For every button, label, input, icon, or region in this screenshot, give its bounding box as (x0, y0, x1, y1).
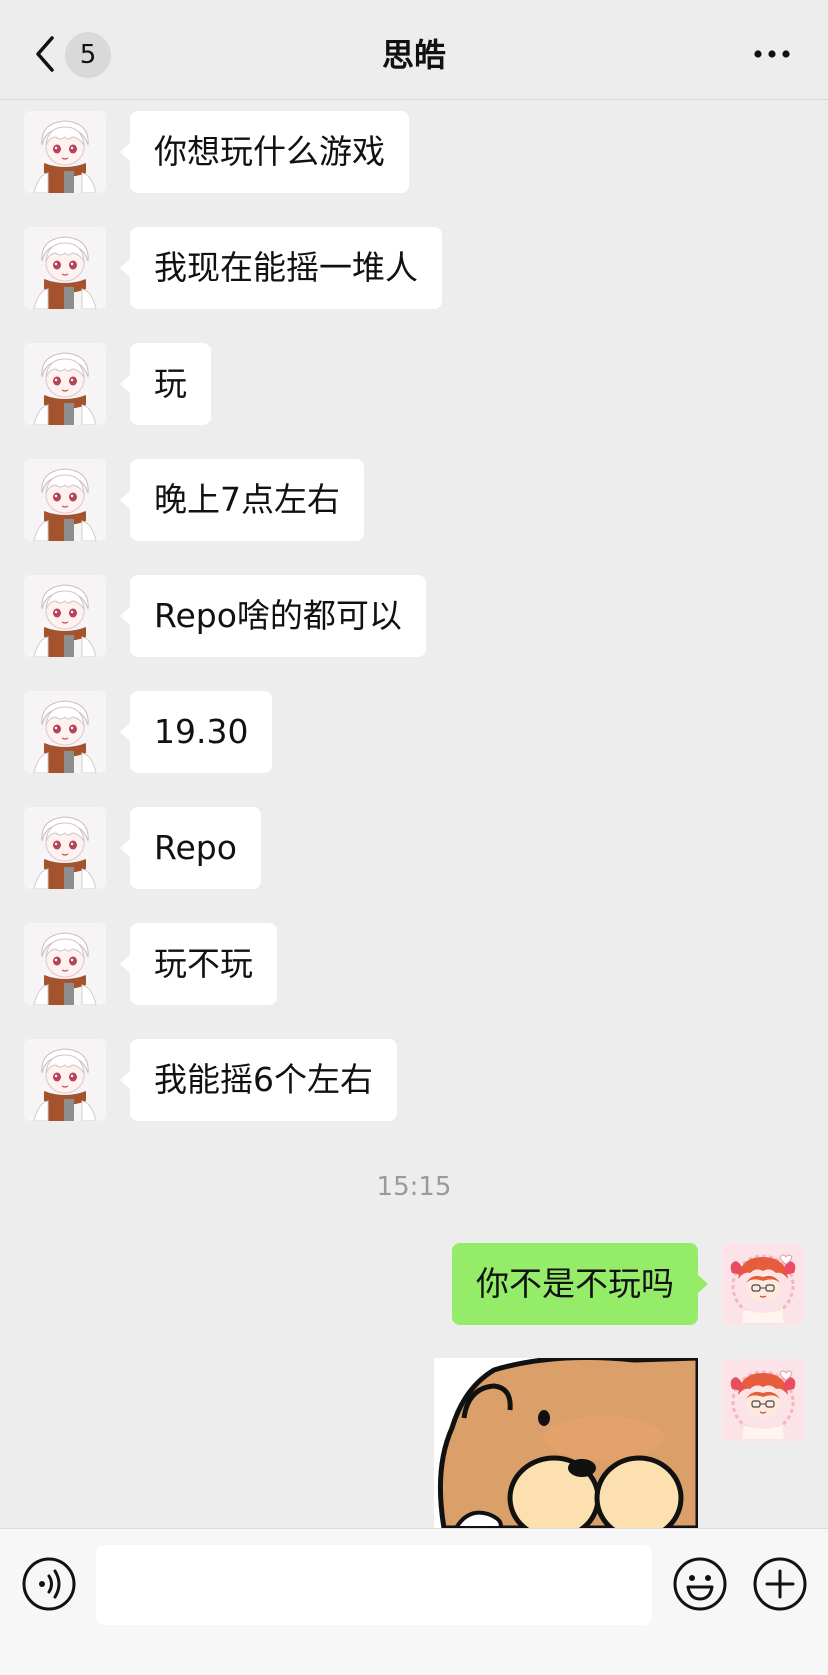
emoji-icon[interactable] (672, 1556, 728, 1612)
message-input[interactable] (96, 1545, 652, 1625)
message-bubble[interactable]: 我现在能摇一堆人 (120, 227, 442, 309)
contact-avatar[interactable] (24, 343, 106, 425)
message-bubble[interactable]: 晚上7点左右 (120, 459, 364, 541)
contact-avatar[interactable] (24, 111, 106, 193)
timestamp: 15:15 (376, 1172, 452, 1202)
message-bubble[interactable]: Repo (120, 807, 261, 889)
contact-avatar[interactable] (24, 575, 106, 657)
contact-avatar[interactable] (24, 923, 106, 1005)
message-row: 我现在能摇一堆人 (0, 227, 828, 309)
message-row: 你想玩什么游戏 (0, 111, 828, 193)
contact-avatar[interactable] (24, 227, 106, 309)
message-row (0, 1359, 828, 1441)
message-row: 玩不玩 (0, 923, 828, 1005)
message-row: 晚上7点左右 (0, 459, 828, 541)
ellipsis-icon[interactable] (752, 46, 792, 62)
message-bubble[interactable]: Repo啥的都可以 (120, 575, 426, 657)
message-bubble-outgoing[interactable]: 你不是不玩吗 (452, 1243, 708, 1325)
message-row: Repo啥的都可以 (0, 575, 828, 657)
contact-avatar[interactable] (24, 459, 106, 541)
message-row: Repo (0, 807, 828, 889)
input-bar (0, 1528, 828, 1675)
plus-icon[interactable] (752, 1556, 808, 1612)
message-row: 19.30 (0, 691, 828, 773)
chat-title: 思皓 (381, 36, 446, 74)
message-row: 我能摇6个左右 (0, 1039, 828, 1121)
voice-icon[interactable] (21, 1556, 77, 1612)
message-bubble[interactable]: 19.30 (119, 691, 273, 773)
message-bubble[interactable]: 我能摇6个左右 (120, 1039, 397, 1121)
message-bubble[interactable]: 你想玩什么游戏 (120, 111, 409, 193)
message-bubble[interactable]: 玩不玩 (120, 923, 277, 1005)
contact-avatar[interactable] (24, 691, 106, 773)
message-bubble[interactable]: 玩 (120, 343, 211, 425)
chat-header: 5 思皓 (0, 0, 828, 100)
my-avatar[interactable] (722, 1359, 804, 1441)
contact-avatar[interactable] (24, 1039, 106, 1121)
message-row: 你不是不玩吗 (0, 1243, 828, 1325)
contact-avatar[interactable] (24, 807, 106, 889)
my-avatar[interactable] (722, 1243, 804, 1325)
message-row: 玩 (0, 343, 828, 425)
bear-sticker[interactable] (434, 1358, 698, 1528)
